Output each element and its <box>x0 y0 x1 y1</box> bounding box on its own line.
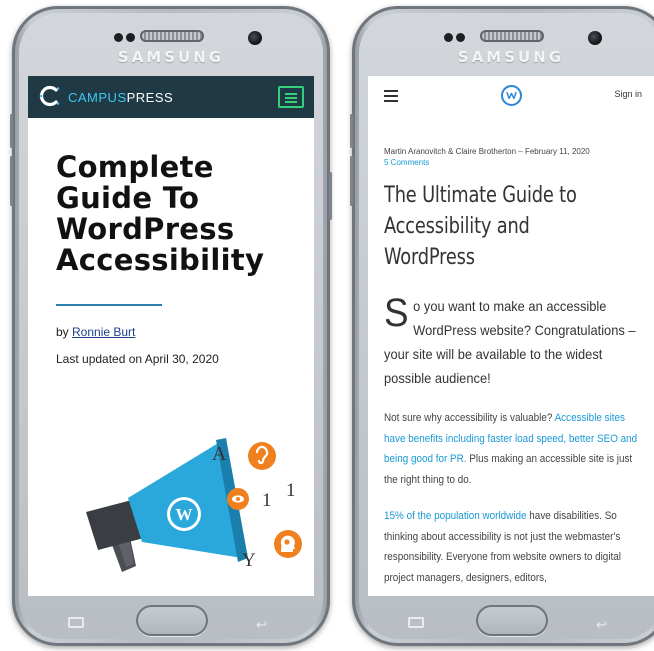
wordpress-icon: W <box>167 497 201 531</box>
left-phone: SAMSUNG CAMPUSPRESS Complete Guide To Wo… <box>10 6 332 646</box>
campuspress-wordmark[interactable]: CAMPUSPRESS <box>68 90 173 105</box>
hamburger-menu-icon[interactable] <box>384 90 398 102</box>
right-screen: Sign in Martin Aranovitch & Claire Broth… <box>368 76 654 596</box>
proximity-sensor <box>444 33 453 42</box>
right-phone: SAMSUNG Sign in Martin Aranovitch & Clai… <box>350 6 654 646</box>
home-button[interactable] <box>136 605 208 636</box>
title-divider <box>56 304 162 306</box>
article-paragraph: Not sure why accessibility is valuable? … <box>384 408 647 490</box>
menu-line <box>384 100 398 102</box>
wordmark-campus: CAMPUS <box>68 90 127 105</box>
author-link[interactable]: Ronnie Burt <box>72 325 135 339</box>
title-line: Accessibility and <box>384 214 530 239</box>
volume-down-key <box>10 156 13 206</box>
title-line: WordPress <box>56 212 235 246</box>
eye-icon <box>227 488 249 510</box>
volume-up-key <box>10 114 13 148</box>
menu-line <box>285 93 297 95</box>
light-sensor <box>126 33 135 42</box>
wordmark-press: PRESS <box>126 90 174 105</box>
earpiece-speaker <box>140 30 204 42</box>
article-title: Complete Guide To WordPress Accessibilit… <box>56 152 306 276</box>
article-title: The Ultimate Guide to Accessibility and … <box>384 180 618 273</box>
title-line: Accessibility <box>56 243 265 277</box>
sign-in-link[interactable]: Sign in <box>614 89 642 99</box>
volume-up-key <box>350 114 353 148</box>
recent-apps-key[interactable] <box>408 617 424 628</box>
menu-line <box>285 101 297 103</box>
drop-cap: S <box>384 291 409 335</box>
paragraph-text: Not sure why accessibility is valuable? <box>384 412 555 424</box>
power-key <box>329 172 332 220</box>
phone-brand: SAMSUNG <box>457 48 565 66</box>
svg-text:W: W <box>176 505 193 524</box>
site-logo-icon[interactable] <box>501 85 522 106</box>
byline-prefix: by <box>56 325 73 339</box>
menu-line <box>285 97 297 99</box>
earpiece-speaker <box>480 30 544 42</box>
comments-link[interactable]: 5 Comments <box>384 158 429 167</box>
title-line: Guide To <box>56 181 200 215</box>
site-topbar: Sign in <box>368 76 654 116</box>
article-paragraph: 15% of the population worldwide have dis… <box>384 506 647 588</box>
home-button[interactable] <box>476 605 548 636</box>
floating-letter: A <box>212 443 227 465</box>
campuspress-header: CAMPUSPRESS <box>28 76 314 118</box>
phone-brand: SAMSUNG <box>117 48 225 66</box>
campuspress-logo-icon[interactable] <box>38 84 62 108</box>
back-key[interactable]: ↩ <box>256 618 267 633</box>
title-line: Complete <box>56 150 214 184</box>
back-key[interactable]: ↩ <box>596 618 607 633</box>
front-camera <box>248 31 262 45</box>
left-screen: CAMPUSPRESS Complete Guide To WordPress … <box>28 76 314 596</box>
floating-letter: 1 <box>262 490 272 511</box>
menu-button[interactable] <box>278 86 304 108</box>
article-meta: Martin Aranovitch & Claire Brotherton – … <box>384 147 590 156</box>
title-line: WordPress <box>384 245 475 270</box>
menu-line <box>384 90 398 92</box>
lead-text: o you want to make an accessible WordPre… <box>384 298 636 386</box>
accessibility-megaphone-illustration: W A 1 1 Y <box>86 438 302 572</box>
article-lead: So you want to make an accessible WordPr… <box>384 291 651 390</box>
front-camera <box>588 31 602 45</box>
light-sensor <box>456 33 465 42</box>
head-icon <box>274 530 302 558</box>
screen-edge-fade <box>368 582 654 596</box>
ear-icon <box>248 442 276 470</box>
floating-letter: 1 <box>286 480 296 501</box>
proximity-sensor <box>114 33 123 42</box>
volume-down-key <box>350 156 353 206</box>
population-statistic-link[interactable]: 15% of the population worldwide <box>384 510 527 522</box>
last-updated: Last updated on April 30, 2020 <box>56 352 219 366</box>
recent-apps-key[interactable] <box>68 617 84 628</box>
title-line: The Ultimate Guide to <box>384 183 577 208</box>
byline: by Ronnie Burt <box>56 325 135 339</box>
menu-line <box>384 95 398 97</box>
floating-letter: Y <box>242 550 256 571</box>
